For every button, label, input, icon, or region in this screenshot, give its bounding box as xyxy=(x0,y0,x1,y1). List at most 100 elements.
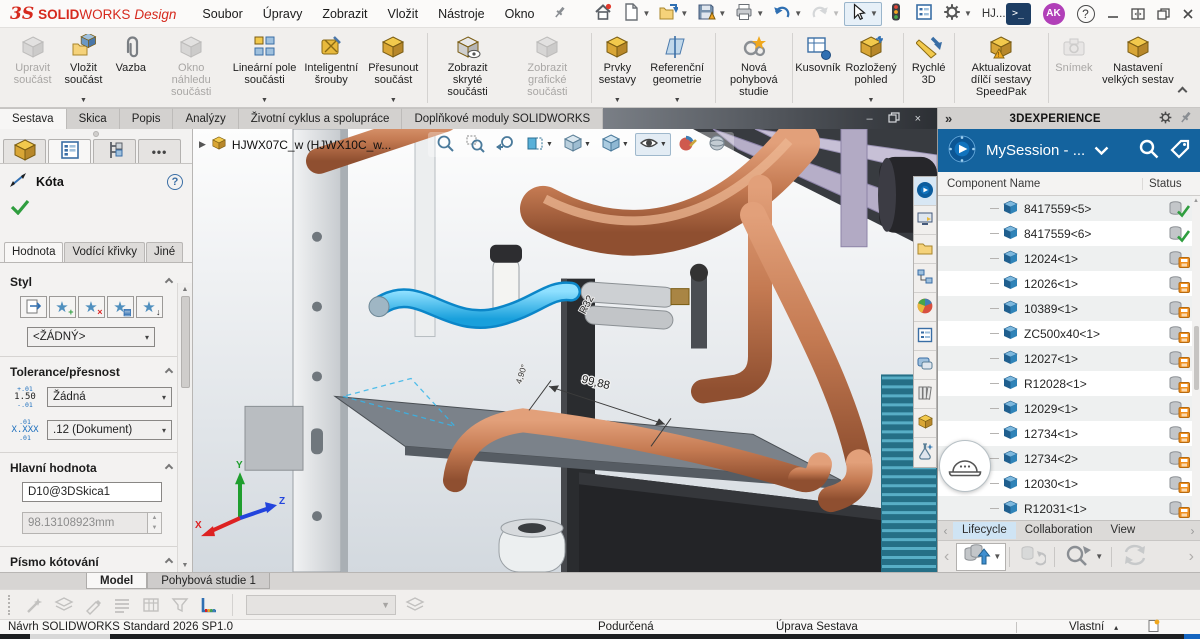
custom-properties-tab[interactable] xyxy=(914,322,936,351)
configuration-manager-tab[interactable] xyxy=(93,139,136,163)
layers-icon[interactable] xyxy=(405,595,425,615)
vazba-button[interactable]: Vazba xyxy=(108,30,154,106)
referencni-geometrie-button[interactable]: Referenční geometrie ▼ xyxy=(642,30,713,106)
add-style-button[interactable]: ★+ xyxy=(49,296,76,318)
document-tab[interactable]: ▶ HJWX07C_w (HJWX10C_w... xyxy=(199,135,391,154)
scrollbar[interactable]: ▲ xyxy=(1192,196,1200,520)
tabs-scroll-left-icon[interactable]: ‹ xyxy=(938,524,953,538)
appearances-scenes-tab[interactable] xyxy=(914,293,936,322)
solidworks-resources-tab[interactable] xyxy=(914,206,936,235)
edit-appearance-button[interactable] xyxy=(673,133,701,156)
kusovnik-button[interactable]: Kusovník xyxy=(795,30,841,106)
animation-wand-icon[interactable] xyxy=(25,595,45,615)
toolbar-scroll-right-icon[interactable]: › xyxy=(1185,548,1198,566)
design-library-tab[interactable] xyxy=(914,235,936,264)
component-row[interactable]: 12027<1> xyxy=(938,346,1200,371)
view-orientation-button[interactable]: ▼ xyxy=(597,133,633,156)
help-icon[interactable]: ? xyxy=(167,174,183,190)
zobrazit-graficke-soucasti-button[interactable]: Zobrazit grafické součásti xyxy=(506,30,588,106)
display-style-button[interactable]: ▼ xyxy=(559,133,595,156)
toolbar-scroll-left-icon[interactable]: ‹ xyxy=(940,548,953,566)
scroll-up-icon[interactable]: ▲ xyxy=(182,283,189,296)
tab-pohybova-studie-1[interactable]: Pohybová studie 1 xyxy=(147,573,270,589)
graphics-viewport[interactable]: 99,88 R32 4,90° Y X Z xyxy=(193,129,937,572)
tab-lifecycle[interactable]: Lifecycle xyxy=(953,522,1016,539)
3dexperience-tab[interactable] xyxy=(914,177,936,206)
section-view-button[interactable]: ▼ xyxy=(521,133,557,156)
component-name[interactable]: R12031<1> xyxy=(1024,502,1160,516)
component-name[interactable]: 12027<1> xyxy=(1024,352,1160,366)
scroll-up-icon[interactable]: ▲ xyxy=(1193,196,1199,206)
minimize-icon[interactable] xyxy=(1107,8,1119,20)
property-manager-tab[interactable] xyxy=(48,139,91,163)
presunout-soucast-button[interactable]: Přesunout součást ▼ xyxy=(362,30,424,106)
tab-doplnkove-moduly-solidworks[interactable]: Doplňkové moduly SOLIDWORKS xyxy=(402,108,603,129)
component-name[interactable]: 12734<2> xyxy=(1024,452,1160,466)
model-canvas[interactable]: 99,88 R32 4,90° Y X Z xyxy=(193,129,937,572)
profile-label[interactable]: HJ... xyxy=(982,8,1006,20)
undo-button[interactable]: ▼ xyxy=(768,2,806,26)
synchronize-button[interactable] xyxy=(1115,543,1155,571)
component-name[interactable]: 12029<1> xyxy=(1024,402,1160,416)
pin-icon[interactable] xyxy=(1179,110,1193,127)
file-explorer-tab[interactable] xyxy=(914,264,936,293)
study-dropdown[interactable]: ▼ xyxy=(246,595,396,615)
more-tabs[interactable]: ••• xyxy=(138,139,181,163)
hide-show-items-button[interactable]: ▼ xyxy=(635,133,671,156)
save-style-button[interactable]: ★▤ xyxy=(107,296,134,318)
gear-icon[interactable] xyxy=(1158,110,1173,128)
primary-value-section-header[interactable]: Hlavní hodnota xyxy=(10,461,172,475)
component-row[interactable]: 12029<1> xyxy=(938,396,1200,421)
tab-vodici-krivky[interactable]: Vodící křivky xyxy=(64,242,145,262)
component-name[interactable]: 10389<1> xyxy=(1024,302,1160,316)
options-list-button[interactable] xyxy=(910,2,938,26)
doc-minimize-icon[interactable]: – xyxy=(866,113,872,125)
electrical-box[interactable] xyxy=(245,406,303,470)
linearni-pole-soucasti-button[interactable]: Lineární pole součásti ▼ xyxy=(229,30,301,106)
component-name[interactable]: 12026<1> xyxy=(1024,277,1160,291)
snimek-button[interactable]: Snímek xyxy=(1051,30,1097,106)
rozlozeny-pohled-button[interactable]: Rozložený pohled ▼ xyxy=(841,30,901,106)
open-button[interactable]: ▼ xyxy=(654,2,692,26)
tab-popis[interactable]: Popis xyxy=(120,108,174,129)
redo-button[interactable]: ▼ xyxy=(806,2,844,26)
avatar[interactable]: AK xyxy=(1043,3,1065,25)
scrollbar-thumb[interactable] xyxy=(181,296,190,388)
component-row[interactable]: 10389<1> xyxy=(938,296,1200,321)
menu-upravy[interactable]: Úpravy xyxy=(253,0,313,27)
refresh-database-button[interactable] xyxy=(1013,543,1051,571)
session-label[interactable]: MySession - ... xyxy=(986,142,1085,159)
aktualizovat-dilci-sestavy-speedpak-button[interactable]: ! Aktualizovat dílčí sestavy SpeedPak xyxy=(956,30,1046,106)
featuremanager-tree-tab[interactable] xyxy=(3,139,46,163)
frame-column-left[interactable] xyxy=(293,129,348,572)
ok-checkmark-icon[interactable] xyxy=(10,204,30,218)
menu-zobrazit[interactable]: Zobrazit xyxy=(312,0,377,27)
okno-nahledu-soucasti-button[interactable]: Okno náhledu součásti xyxy=(154,30,229,106)
component-name[interactable]: ZC500x40<1> xyxy=(1024,327,1160,341)
tab-model[interactable]: Model xyxy=(86,573,147,589)
component-row[interactable]: R12031<1> xyxy=(938,496,1200,520)
tag-icon[interactable] xyxy=(1169,138,1191,163)
menu-nastroje[interactable]: Nástroje xyxy=(428,0,495,27)
flyout-arrow-icon[interactable]: ▶ xyxy=(199,139,206,150)
tabs-scroll-right-icon[interactable]: › xyxy=(1185,524,1200,538)
3dexperience-compass-icon[interactable] xyxy=(947,134,977,167)
inteligentni-srouby-button[interactable]: Inteligentní šrouby xyxy=(300,30,362,106)
previous-view-button[interactable] xyxy=(491,133,519,156)
doc-close-icon[interactable]: × xyxy=(915,113,921,125)
toolbar-grip[interactable] xyxy=(8,595,12,615)
help-icon[interactable]: ? xyxy=(1077,5,1095,23)
pump-cylinder[interactable] xyxy=(499,519,565,572)
style-section-header[interactable]: Styl xyxy=(10,275,172,289)
component-row[interactable]: ZC500x40<1> xyxy=(938,321,1200,346)
print-button[interactable]: ▼ xyxy=(730,2,768,26)
apply-default-style-button[interactable] xyxy=(20,296,47,318)
document-library-tab[interactable] xyxy=(914,380,936,409)
3dexperience-launcher-icon[interactable]: >_ xyxy=(1006,3,1031,25)
dimension-value-stepper[interactable]: 98.13108923mm ▲▼ xyxy=(22,512,162,534)
column-component-name[interactable]: Component Name xyxy=(938,178,1142,190)
cam-tab[interactable] xyxy=(914,409,936,438)
zobrazit-skryte-soucasti-button[interactable]: Zobrazit skryté součásti xyxy=(429,30,506,106)
annotation-pencil-icon[interactable] xyxy=(83,595,103,615)
style-dropdown[interactable]: <ŽÁDNÝ> ▾ xyxy=(27,327,155,347)
